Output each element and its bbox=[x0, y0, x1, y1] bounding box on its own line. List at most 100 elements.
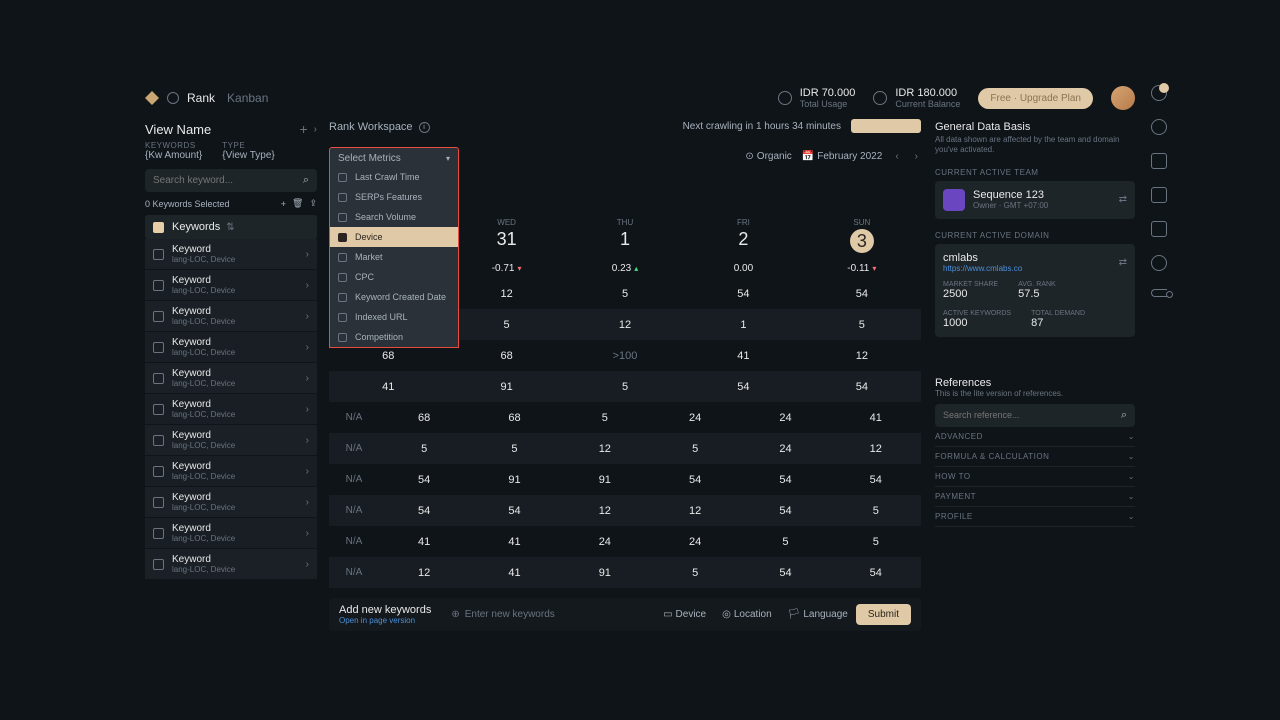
rank-cell: 5 bbox=[447, 319, 565, 331]
domain-card[interactable]: cmlabshttps://www.cmlabs.co⇄ MARKET SHAR… bbox=[935, 244, 1135, 337]
metric-option[interactable]: Search Volume bbox=[330, 207, 458, 227]
checkbox[interactable] bbox=[153, 311, 164, 322]
references-title: References bbox=[935, 377, 1135, 389]
sort-icon[interactable]: ⇅ bbox=[226, 222, 234, 233]
day-column[interactable]: SUN3 bbox=[803, 218, 921, 253]
delta-value: 0.23▴ bbox=[566, 263, 684, 274]
accordion-item[interactable]: ADVANCED⌄ bbox=[935, 427, 1135, 447]
grid-icon[interactable] bbox=[1151, 187, 1167, 203]
chevron-right-icon: › bbox=[306, 466, 309, 477]
export-icon[interactable]: ⇪ bbox=[309, 198, 317, 209]
metric-option[interactable]: Last Crawl Time bbox=[330, 167, 458, 187]
checkbox[interactable] bbox=[153, 373, 164, 384]
calendar-icon[interactable] bbox=[1151, 153, 1167, 169]
open-page-link[interactable]: Open in page version bbox=[339, 616, 431, 625]
gear-icon[interactable] bbox=[167, 92, 179, 104]
team-card[interactable]: Sequence 123Owner · GMT +07:00 ⇄ bbox=[935, 181, 1135, 219]
chevron-right-icon: › bbox=[306, 404, 309, 415]
crawl-status: Next crawling in 1 hours 34 minutes bbox=[683, 121, 841, 132]
metric-option[interactable]: CPC bbox=[330, 267, 458, 287]
chevron-right-icon[interactable]: › bbox=[314, 124, 317, 135]
rank-cell: 54 bbox=[740, 474, 830, 486]
keyword-item[interactable]: Keywordlang-LOC, Device› bbox=[145, 332, 317, 363]
references-subtitle: This is the lite version of references. bbox=[935, 389, 1135, 398]
checkbox[interactable] bbox=[153, 559, 164, 570]
location-option[interactable]: ◎ Location bbox=[722, 609, 772, 620]
chevron-right-icon: › bbox=[306, 497, 309, 508]
language-option[interactable]: 🏳 Language bbox=[788, 609, 848, 620]
metric-option[interactable]: Indexed URL bbox=[330, 307, 458, 327]
checkbox[interactable] bbox=[153, 497, 164, 508]
date-filter[interactable]: 📅 February 2022 bbox=[802, 151, 883, 162]
select-all-checkbox[interactable] bbox=[153, 222, 164, 233]
key-icon[interactable] bbox=[1151, 289, 1167, 297]
globe-icon[interactable] bbox=[1151, 255, 1167, 271]
checkbox[interactable] bbox=[153, 249, 164, 260]
checkbox[interactable] bbox=[153, 528, 164, 539]
upgrade-button[interactable]: Free · Upgrade Plan bbox=[978, 88, 1093, 109]
keyword-item[interactable]: Keywordlang-LOC, Device› bbox=[145, 518, 317, 549]
rank-cell: 1 bbox=[684, 319, 802, 331]
rank-cell: 54 bbox=[803, 381, 921, 393]
keyword-item[interactable]: Keywordlang-LOC, Device› bbox=[145, 301, 317, 332]
day-column[interactable]: THU1 bbox=[566, 218, 684, 253]
search-input[interactable] bbox=[153, 175, 303, 186]
keyword-item[interactable]: Keywordlang-LOC, Device› bbox=[145, 239, 317, 270]
reference-search[interactable]: ⌕ bbox=[935, 404, 1135, 427]
delete-icon[interactable]: 🗑 bbox=[292, 198, 303, 209]
view-mode[interactable]: Kanban bbox=[227, 91, 268, 105]
info-icon[interactable]: i bbox=[419, 122, 430, 133]
keyword-item[interactable]: Keywordlang-LOC, Device› bbox=[145, 270, 317, 301]
day-column[interactable]: WED31 bbox=[447, 218, 565, 253]
rank-cell: 12 bbox=[803, 350, 921, 362]
add-keyword-icon[interactable]: + bbox=[281, 199, 286, 209]
rank-cell: 54 bbox=[831, 567, 921, 579]
metric-option[interactable]: Market bbox=[330, 247, 458, 267]
swap-icon[interactable]: ⇄ bbox=[1119, 194, 1127, 205]
workspace-title: Rank Workspace bbox=[329, 121, 413, 133]
metric-option[interactable]: Keyword Created Date bbox=[330, 287, 458, 307]
keyword-item[interactable]: Keywordlang-LOC, Device› bbox=[145, 363, 317, 394]
keyword-item[interactable]: Keywordlang-LOC, Device› bbox=[145, 456, 317, 487]
checkbox[interactable] bbox=[153, 404, 164, 415]
image-icon[interactable] bbox=[1151, 221, 1167, 237]
rank-cell: 54 bbox=[803, 288, 921, 300]
day-column[interactable]: FRI2 bbox=[684, 218, 802, 253]
swap-icon[interactable]: ⇄ bbox=[1119, 257, 1127, 268]
keyword-search[interactable]: ⌕ bbox=[145, 169, 317, 192]
view-name-title: View Name bbox=[145, 122, 211, 137]
accordion-item[interactable]: FORMULA & CALCULATION⌄ bbox=[935, 447, 1135, 467]
stat-item: TOTAL DEMAND87 bbox=[1031, 310, 1085, 329]
organic-filter[interactable]: ⊙ Organic bbox=[745, 151, 791, 162]
rank-cell: 5 bbox=[566, 288, 684, 300]
rank-cell: 54 bbox=[740, 567, 830, 579]
accordion-item[interactable]: HOW TO⌄ bbox=[935, 467, 1135, 487]
accordion-item[interactable]: PAYMENT⌄ bbox=[935, 487, 1135, 507]
prev-button[interactable]: ‹ bbox=[892, 151, 901, 162]
keyword-item[interactable]: Keywordlang-LOC, Device› bbox=[145, 487, 317, 518]
accordion-item[interactable]: PROFILE⌄ bbox=[935, 507, 1135, 527]
checkbox[interactable] bbox=[153, 466, 164, 477]
rank-cell: 54 bbox=[831, 474, 921, 486]
checkbox[interactable] bbox=[153, 435, 164, 446]
rank-cell: 5 bbox=[560, 412, 650, 424]
next-button[interactable]: › bbox=[912, 151, 921, 162]
rank-cell: 5 bbox=[469, 443, 559, 455]
checkbox[interactable] bbox=[153, 280, 164, 291]
checkbox[interactable] bbox=[153, 342, 164, 353]
refresh-icon[interactable] bbox=[1151, 119, 1167, 135]
keywords-header[interactable]: Keywords ⇅ bbox=[145, 215, 317, 239]
bell-icon[interactable] bbox=[1151, 85, 1167, 101]
metric-option[interactable]: Device bbox=[330, 227, 458, 247]
submit-button[interactable]: Submit bbox=[856, 604, 911, 625]
metric-option[interactable]: SERPs Features bbox=[330, 187, 458, 207]
keyword-item[interactable]: Keywordlang-LOC, Device› bbox=[145, 394, 317, 425]
chevron-right-icon: › bbox=[306, 280, 309, 291]
keyword-item[interactable]: Keywordlang-LOC, Device› bbox=[145, 549, 317, 580]
device-option[interactable]: ▭ Device bbox=[663, 609, 706, 620]
keyword-item[interactable]: Keywordlang-LOC, Device› bbox=[145, 425, 317, 456]
add-view-button[interactable]: + bbox=[299, 121, 307, 137]
enter-keywords-input[interactable]: ⊕ Enter new keywords bbox=[451, 609, 655, 620]
avatar[interactable] bbox=[1111, 86, 1135, 110]
metric-option[interactable]: Competition bbox=[330, 327, 458, 347]
